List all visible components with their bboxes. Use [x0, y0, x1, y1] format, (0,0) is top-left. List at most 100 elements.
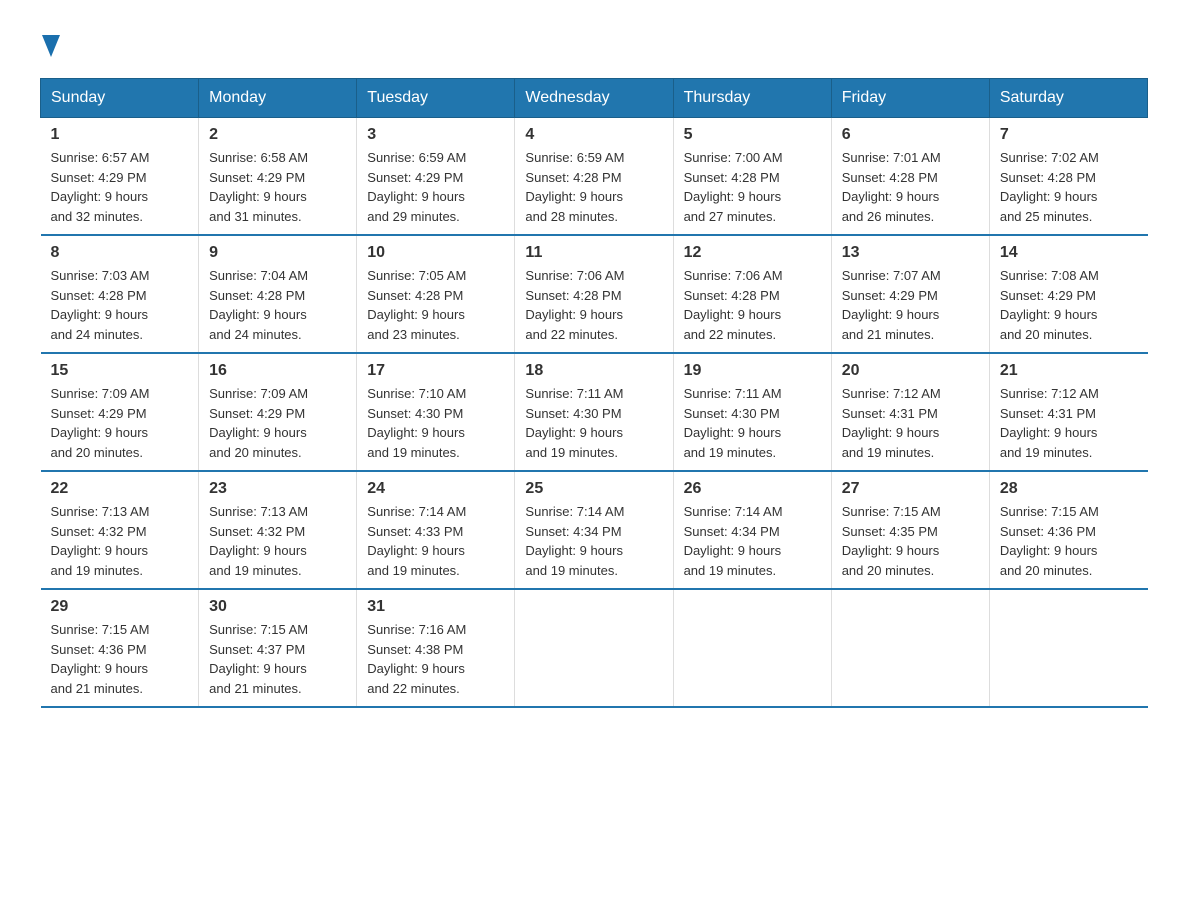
- day-info: Sunrise: 7:10 AMSunset: 4:30 PMDaylight:…: [367, 384, 504, 462]
- day-cell: 5 Sunrise: 7:00 AMSunset: 4:28 PMDaylight…: [673, 118, 831, 236]
- day-info: Sunrise: 7:13 AMSunset: 4:32 PMDaylight:…: [209, 502, 346, 580]
- day-info: Sunrise: 7:09 AMSunset: 4:29 PMDaylight:…: [51, 384, 189, 462]
- day-number: 11: [525, 244, 662, 262]
- calendar-body: 1 Sunrise: 6:57 AMSunset: 4:29 PMDaylight…: [41, 118, 1148, 708]
- logo: [40, 30, 60, 58]
- day-cell: 4 Sunrise: 6:59 AMSunset: 4:28 PMDaylight…: [515, 118, 673, 236]
- week-row-1: 1 Sunrise: 6:57 AMSunset: 4:29 PMDaylight…: [41, 118, 1148, 236]
- day-cell: 23 Sunrise: 7:13 AMSunset: 4:32 PMDayligh…: [199, 471, 357, 589]
- header-saturday: Saturday: [989, 79, 1147, 118]
- day-cell: 30 Sunrise: 7:15 AMSunset: 4:37 PMDayligh…: [199, 589, 357, 707]
- logo-triangle-icon: [42, 35, 60, 57]
- day-number: 7: [1000, 126, 1138, 144]
- header-wednesday: Wednesday: [515, 79, 673, 118]
- day-number: 12: [684, 244, 821, 262]
- day-cell: [673, 589, 831, 707]
- day-number: 3: [367, 126, 504, 144]
- day-info: Sunrise: 7:08 AMSunset: 4:29 PMDaylight:…: [1000, 266, 1138, 344]
- day-number: 24: [367, 480, 504, 498]
- day-cell: 8Sunrise: 7:03 AMSunset: 4:28 PMDaylight…: [41, 235, 199, 353]
- header-row: SundayMondayTuesdayWednesdayThursdayFrid…: [41, 79, 1148, 118]
- day-info: Sunrise: 7:14 AMSunset: 4:34 PMDaylight:…: [684, 502, 821, 580]
- week-row-2: 8Sunrise: 7:03 AMSunset: 4:28 PMDaylight…: [41, 235, 1148, 353]
- day-cell: 12 Sunrise: 7:06 AMSunset: 4:28 PMDayligh…: [673, 235, 831, 353]
- day-info: Sunrise: 7:07 AMSunset: 4:29 PMDaylight:…: [842, 266, 979, 344]
- day-info: Sunrise: 6:58 AMSunset: 4:29 PMDaylight:…: [209, 148, 346, 226]
- day-number: 18: [525, 362, 662, 380]
- day-number: 16: [209, 362, 346, 380]
- day-cell: 17 Sunrise: 7:10 AMSunset: 4:30 PMDayligh…: [357, 353, 515, 471]
- day-cell: 9 Sunrise: 7:04 AMSunset: 4:28 PMDaylight…: [199, 235, 357, 353]
- day-number: 22: [51, 480, 189, 498]
- day-info: Sunrise: 7:00 AMSunset: 4:28 PMDaylight:…: [684, 148, 821, 226]
- day-info: Sunrise: 7:05 AMSunset: 4:28 PMDaylight:…: [367, 266, 504, 344]
- day-cell: 13 Sunrise: 7:07 AMSunset: 4:29 PMDayligh…: [831, 235, 989, 353]
- day-cell: 31 Sunrise: 7:16 AMSunset: 4:38 PMDayligh…: [357, 589, 515, 707]
- day-info: Sunrise: 7:06 AMSunset: 4:28 PMDaylight:…: [684, 266, 821, 344]
- day-cell: 16 Sunrise: 7:09 AMSunset: 4:29 PMDayligh…: [199, 353, 357, 471]
- day-number: 15: [51, 362, 189, 380]
- day-info: Sunrise: 7:15 AMSunset: 4:36 PMDaylight:…: [1000, 502, 1138, 580]
- page-header: [40, 30, 1148, 58]
- day-cell: 1 Sunrise: 6:57 AMSunset: 4:29 PMDaylight…: [41, 118, 199, 236]
- day-number: 10: [367, 244, 504, 262]
- day-number: 13: [842, 244, 979, 262]
- header-sunday: Sunday: [41, 79, 199, 118]
- day-info: Sunrise: 7:04 AMSunset: 4:28 PMDaylight:…: [209, 266, 346, 344]
- day-number: 9: [209, 244, 346, 262]
- calendar-table: SundayMondayTuesdayWednesdayThursdayFrid…: [40, 78, 1148, 708]
- day-number: 30: [209, 598, 346, 616]
- day-info: Sunrise: 6:59 AMSunset: 4:29 PMDaylight:…: [367, 148, 504, 226]
- calendar-header: SundayMondayTuesdayWednesdayThursdayFrid…: [41, 79, 1148, 118]
- day-number: 29: [51, 598, 189, 616]
- day-cell: 19Sunrise: 7:11 AMSunset: 4:30 PMDayligh…: [673, 353, 831, 471]
- day-cell: 18 Sunrise: 7:11 AMSunset: 4:30 PMDayligh…: [515, 353, 673, 471]
- day-info: Sunrise: 7:14 AMSunset: 4:34 PMDaylight:…: [525, 502, 662, 580]
- day-cell: 20Sunrise: 7:12 AMSunset: 4:31 PMDayligh…: [831, 353, 989, 471]
- day-info: Sunrise: 7:14 AMSunset: 4:33 PMDaylight:…: [367, 502, 504, 580]
- day-cell: 28 Sunrise: 7:15 AMSunset: 4:36 PMDayligh…: [989, 471, 1147, 589]
- day-cell: 10 Sunrise: 7:05 AMSunset: 4:28 PMDayligh…: [357, 235, 515, 353]
- week-row-4: 22 Sunrise: 7:13 AMSunset: 4:32 PMDayligh…: [41, 471, 1148, 589]
- day-info: Sunrise: 7:06 AMSunset: 4:28 PMDaylight:…: [525, 266, 662, 344]
- week-row-3: 15 Sunrise: 7:09 AMSunset: 4:29 PMDayligh…: [41, 353, 1148, 471]
- day-cell: [989, 589, 1147, 707]
- day-info: Sunrise: 7:02 AMSunset: 4:28 PMDaylight:…: [1000, 148, 1138, 226]
- day-number: 4: [525, 126, 662, 144]
- day-info: Sunrise: 7:16 AMSunset: 4:38 PMDaylight:…: [367, 620, 504, 698]
- day-cell: [831, 589, 989, 707]
- day-number: 1: [51, 126, 189, 144]
- day-cell: 24 Sunrise: 7:14 AMSunset: 4:33 PMDayligh…: [357, 471, 515, 589]
- header-monday: Monday: [199, 79, 357, 118]
- day-cell: 25Sunrise: 7:14 AMSunset: 4:34 PMDayligh…: [515, 471, 673, 589]
- day-cell: 7 Sunrise: 7:02 AMSunset: 4:28 PMDaylight…: [989, 118, 1147, 236]
- day-number: 27: [842, 480, 979, 498]
- day-number: 8: [51, 244, 189, 262]
- day-number: 6: [842, 126, 979, 144]
- day-number: 31: [367, 598, 504, 616]
- day-info: Sunrise: 7:12 AMSunset: 4:31 PMDaylight:…: [1000, 384, 1138, 462]
- day-info: Sunrise: 7:15 AMSunset: 4:37 PMDaylight:…: [209, 620, 346, 698]
- day-cell: 11 Sunrise: 7:06 AMSunset: 4:28 PMDayligh…: [515, 235, 673, 353]
- day-number: 26: [684, 480, 821, 498]
- header-friday: Friday: [831, 79, 989, 118]
- day-info: Sunrise: 7:12 AMSunset: 4:31 PMDaylight:…: [842, 384, 979, 462]
- day-number: 23: [209, 480, 346, 498]
- day-cell: 6Sunrise: 7:01 AMSunset: 4:28 PMDaylight…: [831, 118, 989, 236]
- day-number: 17: [367, 362, 504, 380]
- day-number: 5: [684, 126, 821, 144]
- day-cell: 26 Sunrise: 7:14 AMSunset: 4:34 PMDayligh…: [673, 471, 831, 589]
- day-info: Sunrise: 7:09 AMSunset: 4:29 PMDaylight:…: [209, 384, 346, 462]
- day-info: Sunrise: 7:11 AMSunset: 4:30 PMDaylight:…: [525, 384, 662, 462]
- day-number: 21: [1000, 362, 1138, 380]
- day-cell: 29Sunrise: 7:15 AMSunset: 4:36 PMDayligh…: [41, 589, 199, 707]
- day-number: 28: [1000, 480, 1138, 498]
- day-info: Sunrise: 7:13 AMSunset: 4:32 PMDaylight:…: [51, 502, 189, 580]
- day-cell: 22 Sunrise: 7:13 AMSunset: 4:32 PMDayligh…: [41, 471, 199, 589]
- day-cell: 21 Sunrise: 7:12 AMSunset: 4:31 PMDayligh…: [989, 353, 1147, 471]
- day-info: Sunrise: 6:57 AMSunset: 4:29 PMDaylight:…: [51, 148, 189, 226]
- week-row-5: 29Sunrise: 7:15 AMSunset: 4:36 PMDayligh…: [41, 589, 1148, 707]
- day-number: 2: [209, 126, 346, 144]
- day-number: 19: [684, 362, 821, 380]
- day-info: Sunrise: 6:59 AMSunset: 4:28 PMDaylight:…: [525, 148, 662, 226]
